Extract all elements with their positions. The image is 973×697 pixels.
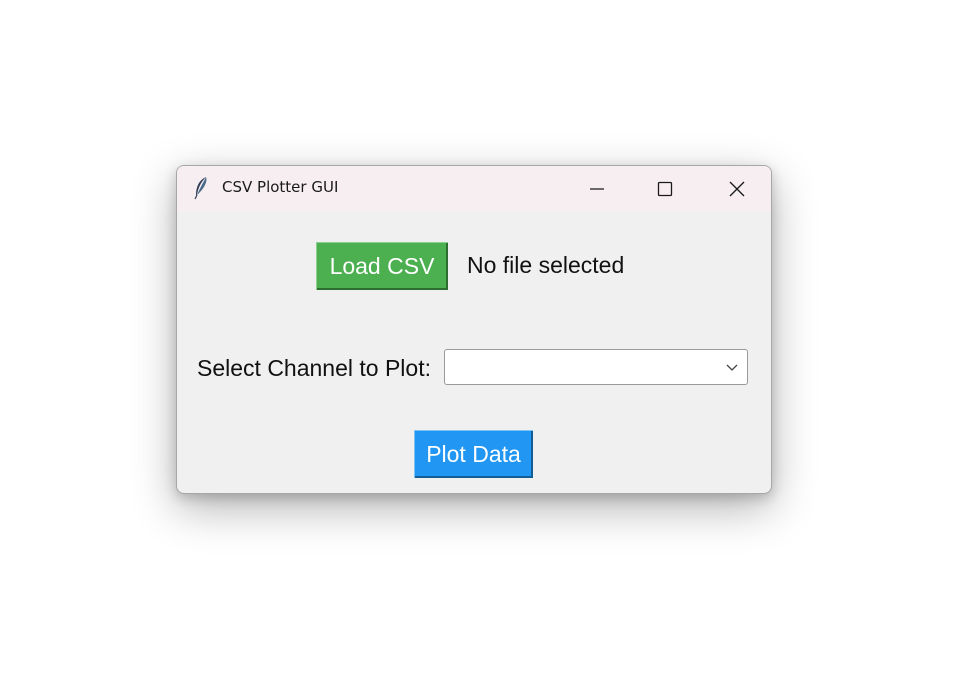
main-content: Load CSV No file selected Select Channel… [177,212,771,493]
load-csv-button[interactable]: Load CSV [316,242,448,290]
maximize-button[interactable] [642,166,688,212]
maximize-icon [657,181,673,197]
window-title: CSV Plotter GUI [222,178,339,196]
app-window: CSV Plotter GUI Load CSV No file selecte… [176,165,772,494]
close-icon [729,181,745,197]
channel-select[interactable] [444,349,748,385]
minimize-icon [590,188,604,190]
file-status-label: No file selected [467,252,625,278]
channel-label: Select Channel to Plot: [197,355,431,381]
close-button[interactable] [714,166,760,212]
title-bar[interactable]: CSV Plotter GUI [177,166,771,212]
chevron-down-icon[interactable] [725,362,739,372]
plot-data-button[interactable]: Plot Data [414,430,533,478]
feather-icon [194,177,207,200]
minimize-button[interactable] [574,166,620,212]
desktop: CSV Plotter GUI Load CSV No file selecte… [0,0,973,697]
